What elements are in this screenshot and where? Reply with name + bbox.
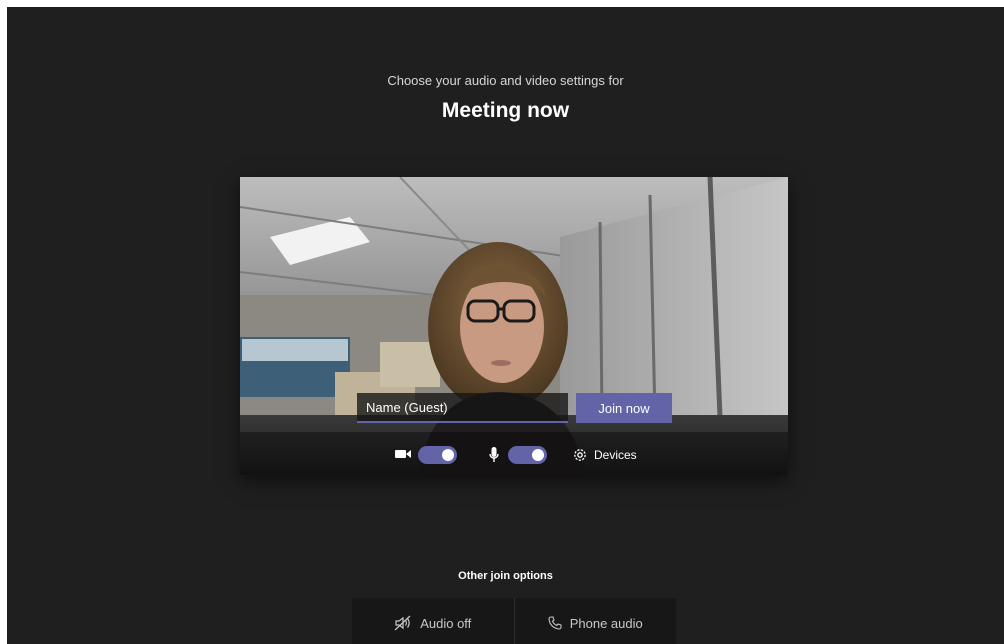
settings-subtitle: Choose your audio and video settings for (387, 73, 624, 88)
other-join-options-label: Other join options (458, 570, 553, 582)
meeting-title: Meeting now (441, 99, 570, 122)
other-join-options: Audio off Phone audio (352, 598, 676, 644)
devices-label: Devices (594, 448, 637, 462)
audio-off-label: Audio off (420, 615, 472, 631)
camera-feed-image (240, 177, 788, 475)
devices-button[interactable]: Devices (572, 443, 637, 467)
video-preview: Join now Devices (240, 177, 788, 475)
phone-audio-button[interactable]: Phone audio (513, 598, 677, 644)
join-now-button[interactable]: Join now (576, 393, 672, 423)
camera-icon (395, 450, 411, 458)
phone-icon (548, 616, 562, 630)
phone-audio-label: Phone audio (569, 615, 643, 631)
camera-toggle[interactable] (418, 446, 457, 464)
guest-name-input[interactable] (357, 393, 568, 423)
microphone-icon (489, 447, 499, 462)
audio-off-button[interactable]: Audio off (352, 598, 514, 644)
gear-icon (574, 449, 586, 461)
speaker-off-icon (394, 615, 411, 631)
microphone-toggle[interactable] (508, 446, 547, 464)
meeting-prejoin-screen: Choose your audio and video settings for… (7, 7, 1004, 644)
media-controls: Devices (240, 443, 788, 467)
